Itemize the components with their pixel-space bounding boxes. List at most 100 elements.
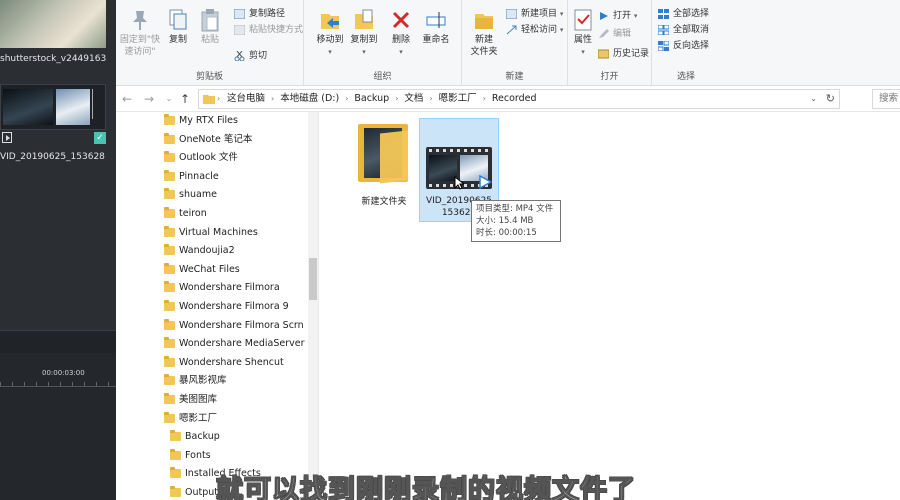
address-bar-row: ← → ⌄ ↑ › 这台电脑 › 本地磁盘 (D:) › Backup › 文档 › 嗯影工厂 ›… xyxy=(116,86,900,112)
tree-item[interactable]: WeChat Files xyxy=(164,261,240,279)
mouse-cursor-icon xyxy=(454,176,464,190)
new-folder-button[interactable]: 新建 文件夹 xyxy=(466,8,502,58)
pin-quick-access-button[interactable]: 固定到"快 速访问" xyxy=(118,8,162,58)
tree-item-label: teiron xyxy=(179,208,207,219)
media-thumbnail-1[interactable] xyxy=(0,0,106,48)
dropdown-chevron-icon[interactable]: ⌄ xyxy=(810,90,817,108)
scrollbar-thumb[interactable] xyxy=(309,258,317,300)
tree-item[interactable]: Fonts xyxy=(170,447,211,465)
edit-button[interactable]: 编辑 xyxy=(598,26,631,42)
forward-arrow-icon[interactable]: → xyxy=(142,91,156,107)
invert-selection-button[interactable]: 反向选择 xyxy=(658,38,709,54)
ribbon-group-clipboard: 固定到"快 速访问" 复制 粘贴 复制路径 粘贴快捷方式 剪切 剪贴板 xyxy=(116,0,304,86)
tree-item-label: 嗯影工厂 xyxy=(179,412,218,424)
copy-path-icon xyxy=(234,9,245,19)
breadcrumb-item[interactable]: 这台电脑 xyxy=(227,93,265,104)
tree-item-label: Wondershare Filmora 9 xyxy=(179,301,289,312)
history-button[interactable]: 历史记录 xyxy=(598,46,649,62)
back-arrow-icon[interactable]: ← xyxy=(120,91,134,107)
tree-item[interactable]: Outlook 文件 xyxy=(164,149,238,167)
breadcrumb-item[interactable]: Recorded xyxy=(492,93,537,104)
tree-item[interactable]: Wondershare Filmora Scrn xyxy=(164,317,304,335)
folder-name: 新建文件夹 xyxy=(361,197,407,207)
edit-icon xyxy=(599,29,609,38)
tree-item-label: Virtual Machines xyxy=(179,226,258,238)
breadcrumb-item[interactable]: 文档 xyxy=(404,93,423,104)
tree-item[interactable]: Wondershare Filmora 9 xyxy=(164,298,289,316)
thumbnail-grid-icon xyxy=(92,89,102,119)
ribbon-group-organize: 移动到 ▾ 复制到 ▾ 删除 ▾ 重命名 组织 xyxy=(304,0,462,86)
breadcrumb-chevron-icon[interactable]: › xyxy=(345,94,348,103)
select-all-icon xyxy=(658,9,669,19)
tree-item[interactable]: My RTX Files xyxy=(164,112,238,130)
folder-tile[interactable]: 新建文件夹 xyxy=(344,118,424,222)
tree-item[interactable]: Wondershare Shencut xyxy=(164,354,284,372)
tree-item[interactable]: Wondershare Filmora xyxy=(164,279,280,297)
timeline-timecode: 00:00:03:00 xyxy=(42,369,85,377)
rename-button[interactable]: 重命名 xyxy=(418,8,454,46)
tree-item[interactable]: 美图图库 xyxy=(164,391,217,409)
recent-locations-chevron-icon[interactable]: ⌄ xyxy=(162,91,176,107)
tree-item-label: Backup xyxy=(185,431,220,443)
tree-item-label: My RTX Files xyxy=(179,115,238,126)
ribbon-group-new: 新建 文件夹 新建项目 ▾ 轻松访问 ▾ 新建 xyxy=(462,0,568,86)
move-to-button[interactable]: 移动到 ▾ xyxy=(312,8,348,58)
cut-button[interactable]: 剪切 xyxy=(234,48,267,64)
folder-icon xyxy=(170,467,181,479)
ribbon-group-label-new: 新建 xyxy=(505,72,524,82)
tree-item[interactable]: shuame xyxy=(164,186,217,204)
tooltip-duration: 时长: 00:00:15 xyxy=(476,228,537,238)
tree-item[interactable]: Wondershare MediaServer xyxy=(164,335,305,353)
paste-button[interactable]: 粘贴 xyxy=(192,8,228,46)
folder-icon xyxy=(203,95,215,104)
tree-item[interactable]: Backup xyxy=(170,428,220,446)
open-icon xyxy=(600,12,608,20)
folder-icon xyxy=(164,244,175,256)
breadcrumb-chevron-icon[interactable]: › xyxy=(483,94,486,103)
search-input[interactable]: 搜索 xyxy=(872,89,900,109)
copy-to-button[interactable]: 复制到 ▾ xyxy=(346,8,382,58)
easy-access-button[interactable]: 轻松访问 ▾ xyxy=(506,22,563,38)
breadcrumb: 这台电脑 › 本地磁盘 (D:) › Backup › 文档 › 嗯影工厂 › Recorded xyxy=(227,90,537,108)
tree-item-label: 暴风影视库 xyxy=(179,375,227,387)
tree-item[interactable]: Virtual Machines xyxy=(164,224,258,242)
folder-icon xyxy=(164,318,175,330)
copy-button[interactable]: 复制 xyxy=(160,8,196,46)
breadcrumb-item[interactable]: Backup xyxy=(354,93,389,104)
tree-item[interactable]: Pinnacle xyxy=(164,168,219,186)
folder-icon xyxy=(164,151,175,163)
breadcrumb-chevron-icon[interactable]: › xyxy=(395,94,398,103)
rename-icon xyxy=(426,12,446,28)
properties-button[interactable]: 属性 ▾ xyxy=(568,8,598,58)
media-thumbnail-2[interactable] xyxy=(0,84,106,130)
select-all-button[interactable]: 全部选择 xyxy=(658,6,709,22)
tree-item[interactable]: 暴风影视库 xyxy=(164,372,227,390)
tree-item[interactable]: 嗯影工厂 xyxy=(164,410,217,428)
address-bar[interactable]: › 这台电脑 › 本地磁盘 (D:) › Backup › 文档 › 嗯影工厂 › Recorded… xyxy=(198,89,840,109)
open-button[interactable]: 打开 ▾ xyxy=(598,8,637,24)
up-arrow-icon[interactable]: ↑ xyxy=(178,91,192,107)
folder-icon xyxy=(164,355,175,367)
copy-path-button[interactable]: 复制路径 xyxy=(234,6,285,22)
refresh-icon[interactable]: ↻ xyxy=(826,90,835,108)
ribbon: 固定到"快 速访问" 复制 粘贴 复制路径 粘贴快捷方式 剪切 剪贴板 移动到 … xyxy=(116,0,900,86)
breadcrumb-chevron-icon[interactable]: › xyxy=(271,94,274,103)
timeline-ruler[interactable] xyxy=(0,379,116,387)
navigation-scrollbar[interactable] xyxy=(308,112,318,500)
breadcrumb-chevron-icon: › xyxy=(217,94,221,103)
delete-button[interactable]: 删除 ▾ xyxy=(386,8,416,58)
video-editor-panel: shutterstock_v2449163 ✓ VID_20190625_153… xyxy=(0,0,116,500)
timeline[interactable]: 00:00:03:00 xyxy=(0,330,116,500)
paste-shortcut-button[interactable]: 粘贴快捷方式 xyxy=(234,22,303,38)
tree-item[interactable]: Wandoujia2 xyxy=(164,242,235,260)
select-none-button[interactable]: 全部取消 xyxy=(658,22,709,38)
tree-item-label: Wondershare MediaServer xyxy=(179,338,305,350)
play-icon xyxy=(479,175,492,189)
breadcrumb-item[interactable]: 嗯影工厂 xyxy=(439,93,477,104)
tree-item[interactable]: teiron xyxy=(164,205,207,223)
new-item-button[interactable]: 新建项目 ▾ xyxy=(506,6,563,22)
tree-item[interactable]: Output xyxy=(170,484,218,500)
tree-item[interactable]: OneNote 笔记本 xyxy=(164,131,252,149)
breadcrumb-item[interactable]: 本地磁盘 (D:) xyxy=(280,93,339,104)
breadcrumb-chevron-icon[interactable]: › xyxy=(429,94,432,103)
